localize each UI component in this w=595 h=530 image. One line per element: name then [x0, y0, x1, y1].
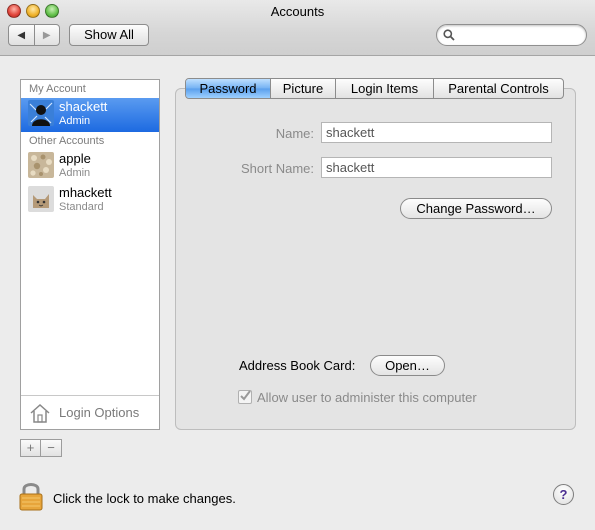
window-toolbar: Accounts ◀ ▶ Show All [0, 0, 595, 56]
account-role: Admin [59, 115, 91, 127]
login-options-item[interactable]: Login Options [21, 395, 159, 429]
account-name: shackett [59, 99, 108, 114]
account-tabs: Password Picture Login Items Parental Co… [185, 78, 564, 99]
account-name: mhackett [59, 185, 112, 200]
stone-texture-icon [28, 152, 54, 178]
checkmark-icon [240, 390, 251, 401]
account-row-shackett[interactable]: shackett Admin [21, 98, 159, 132]
allow-admin-checkbox[interactable] [238, 390, 252, 404]
short-name-label: Short Name: [241, 161, 314, 176]
cat-icon [28, 186, 54, 212]
user-silhouette-icon [28, 100, 54, 126]
open-address-book-button[interactable]: Open… [370, 355, 445, 376]
login-options-label: Login Options [59, 405, 140, 420]
forward-button[interactable]: ▶ [33, 25, 60, 45]
lock-icon[interactable] [18, 481, 44, 511]
lock-message: Click the lock to make changes. [53, 491, 236, 506]
account-role: Admin [59, 167, 91, 179]
help-button[interactable]: ? [553, 484, 574, 505]
window-title: Accounts [270, 4, 325, 19]
tab-parental-controls[interactable]: Parental Controls [433, 79, 563, 98]
change-password-button[interactable]: Change Password… [400, 198, 552, 219]
add-account-button[interactable]: + [20, 439, 41, 457]
accounts-list: My Account shackett Admin Other Accounts… [20, 79, 160, 430]
account-role: Standard [59, 201, 104, 213]
name-field[interactable]: shackett [321, 122, 552, 143]
add-remove-controls: + − [20, 439, 62, 457]
house-icon [30, 403, 50, 423]
remove-account-button[interactable]: − [41, 439, 62, 457]
account-row-mhackett[interactable]: mhackett Standard [21, 184, 159, 218]
tab-password[interactable]: Password [186, 79, 270, 98]
back-button[interactable]: ◀ [9, 25, 34, 45]
short-name-field[interactable]: shackett [321, 157, 552, 178]
account-name: apple [59, 151, 91, 166]
tab-picture[interactable]: Picture [270, 79, 335, 98]
account-row-apple[interactable]: apple Admin [21, 150, 159, 184]
back-forward-control: ◀ ▶ [8, 24, 60, 46]
allow-admin-label: Allow user to administer this computer [257, 390, 477, 405]
address-book-label: Address Book Card: [239, 358, 356, 373]
search-field[interactable] [436, 24, 587, 46]
tab-login-items[interactable]: Login Items [335, 79, 433, 98]
search-icon [443, 29, 455, 41]
name-label: Name: [275, 126, 314, 141]
my-account-header: My Account [29, 83, 86, 95]
show-all-button[interactable]: Show All [69, 24, 149, 46]
other-accounts-header: Other Accounts [29, 135, 105, 147]
